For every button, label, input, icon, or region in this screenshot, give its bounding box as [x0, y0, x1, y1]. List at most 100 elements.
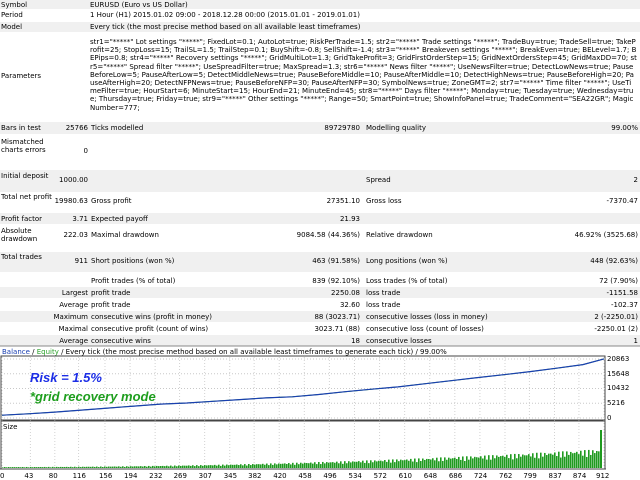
- y-tick-label: 5216: [607, 399, 625, 408]
- size-bar: [588, 449, 590, 468]
- size-bar: [448, 457, 450, 468]
- size-bar: [440, 457, 442, 468]
- size-bar: [594, 453, 596, 468]
- size-bar: [256, 464, 258, 468]
- size-bar: [346, 463, 348, 468]
- size-bar: [512, 459, 514, 468]
- size-bar: [50, 467, 52, 468]
- x-tick-label: 420: [273, 472, 287, 480]
- size-bar: [4, 467, 6, 468]
- size-bar: [98, 467, 100, 468]
- size-bar: [442, 460, 444, 468]
- x-tick-label: 43: [24, 472, 34, 480]
- size-bar: [414, 458, 416, 468]
- size-bar: [306, 463, 308, 468]
- size-bar: [188, 465, 190, 468]
- size-bar: [380, 460, 382, 468]
- y-tick-label: 20863: [607, 355, 630, 363]
- size-bar: [238, 465, 240, 468]
- x-tick-label: 116: [72, 472, 86, 480]
- x-tick-label: 799: [523, 472, 537, 480]
- size-bar: [106, 466, 108, 468]
- size-bar: [72, 467, 74, 468]
- size-bar: [20, 467, 22, 468]
- size-bar: [492, 455, 494, 468]
- size-bar: [500, 456, 502, 468]
- size-bar: [558, 451, 560, 468]
- size-bar: [476, 457, 478, 468]
- size-bar: [170, 465, 172, 468]
- size-bar: [204, 465, 206, 468]
- size-bar: [572, 453, 574, 468]
- size-bar: [184, 465, 186, 468]
- size-bar: [578, 454, 580, 468]
- size-bar: [316, 464, 318, 468]
- x-tick-label: 762: [498, 472, 513, 480]
- size-bar: [550, 453, 552, 468]
- size-bar: [404, 460, 406, 468]
- size-bar: [522, 454, 524, 468]
- x-tick-label: 232: [149, 472, 163, 480]
- size-bar: [304, 462, 306, 468]
- size-bar: [510, 454, 512, 468]
- size-bar: [486, 459, 488, 468]
- size-bar: [80, 467, 82, 468]
- size-bar: [428, 459, 430, 468]
- size-bar: [412, 461, 414, 468]
- size-bar: [462, 456, 464, 468]
- size-bar: [590, 454, 592, 468]
- size-bar: [244, 464, 246, 468]
- size-bar: [600, 430, 602, 468]
- size-bar: [70, 466, 72, 468]
- size-bar: [488, 455, 490, 468]
- size-bar: [186, 465, 188, 468]
- x-tick-label: 534: [348, 472, 362, 480]
- size-bar: [468, 459, 470, 468]
- size-bar: [566, 451, 568, 468]
- size-bar: [32, 467, 34, 468]
- size-bar: [26, 466, 28, 468]
- size-bar: [102, 466, 104, 468]
- size-bar: [464, 460, 466, 468]
- size-bar: [104, 466, 106, 468]
- size-bar: [56, 466, 58, 468]
- size-bar: [40, 467, 42, 468]
- size-bar: [64, 466, 66, 468]
- size-bar: [450, 458, 452, 468]
- size-bar: [68, 467, 70, 468]
- size-bar: [194, 466, 196, 468]
- size-bar: [394, 462, 396, 468]
- size-bar: [560, 457, 562, 468]
- size-bar: [496, 455, 498, 468]
- x-tick-label: 648: [423, 472, 438, 480]
- size-bar: [200, 465, 202, 468]
- size-bar: [158, 466, 160, 468]
- x-tick-label: 345: [223, 472, 238, 480]
- size-bar: [554, 452, 556, 468]
- size-bar: [516, 458, 518, 468]
- size-bar: [218, 464, 220, 468]
- size-bar: [84, 466, 86, 468]
- size-bar: [128, 466, 130, 468]
- size-bar: [582, 455, 584, 468]
- size-bar: [598, 451, 600, 468]
- size-bar: [322, 461, 324, 468]
- size-bar: [480, 456, 482, 468]
- size-bar: [2, 467, 4, 468]
- size-bar: [14, 467, 16, 468]
- size-bar: [374, 460, 376, 468]
- size-bar: [196, 465, 198, 468]
- size-bar: [212, 465, 214, 468]
- size-bar: [568, 454, 570, 468]
- y-tick-label: 10432: [607, 384, 630, 393]
- size-bar: [166, 465, 168, 468]
- size-bar: [294, 464, 296, 468]
- size-bar: [498, 456, 500, 468]
- size-bar: [362, 460, 364, 468]
- size-bar: [198, 466, 200, 468]
- size-bar: [336, 461, 338, 468]
- size-bar: [310, 462, 312, 468]
- size-bar: [108, 466, 110, 468]
- size-bar: [376, 461, 378, 468]
- size-bar: [164, 466, 166, 468]
